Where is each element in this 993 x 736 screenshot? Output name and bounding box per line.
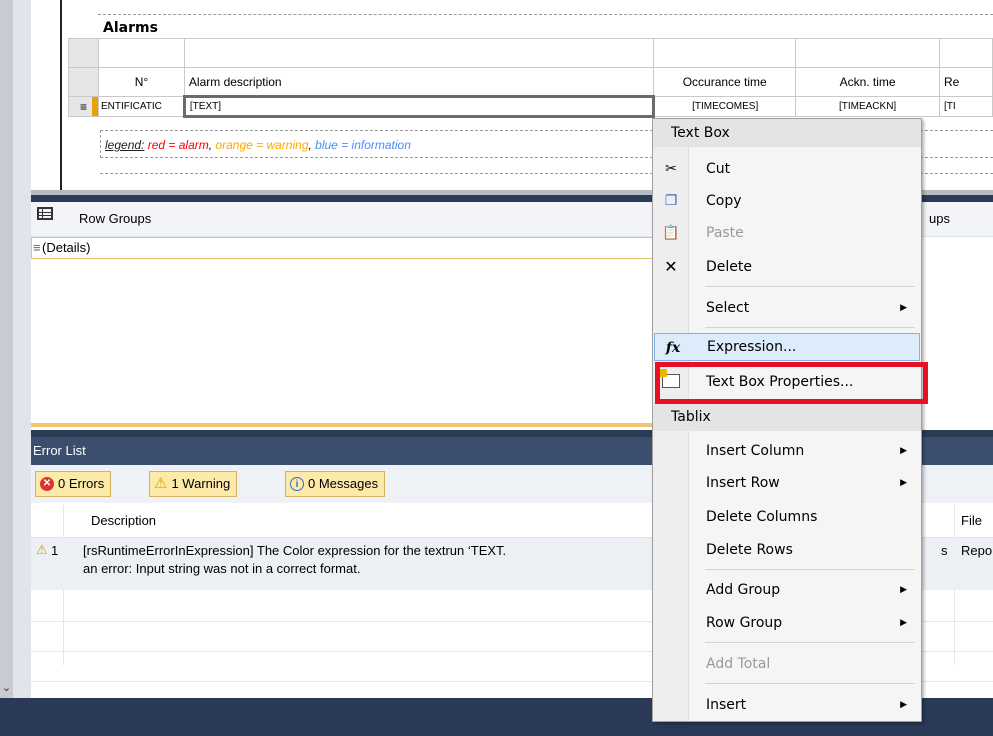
tablix[interactable]: N° Alarm description Occurance time Ackn… (68, 38, 993, 118)
submenu-arrow-icon: ▶ (900, 303, 907, 313)
submenu-arrow-icon: ▶ (900, 585, 907, 595)
menu-item-paste[interactable]: 📋 Paste (653, 219, 921, 247)
error-row-file: Repo (961, 543, 993, 558)
menu-separator (705, 683, 915, 684)
left-edge-panel (0, 0, 13, 698)
column-groups-title-partial: ups (929, 211, 950, 226)
fx-icon: fx (665, 340, 681, 356)
error-row-partial: s (941, 543, 948, 558)
tablix-corner-handle[interactable] (68, 38, 99, 68)
info-icon: i (290, 477, 304, 491)
menu-item-delete-columns[interactable]: Delete Columns (653, 503, 921, 531)
menu-separator (705, 286, 915, 287)
details-row-handle[interactable]: ≡ (68, 96, 99, 117)
column-header-number[interactable]: N° (97, 67, 185, 97)
details-group-icon: ≡ (33, 240, 41, 255)
warning-icon: ⚠ (36, 542, 48, 557)
menu-separator (705, 569, 915, 570)
legend-blue: blue = information (315, 138, 411, 152)
errors-filter-label: 0 Errors (58, 476, 105, 491)
report-body-top-border (98, 14, 993, 15)
scissors-icon: ✂ (665, 161, 677, 177)
header-cell-empty[interactable] (653, 38, 797, 68)
warning-icon: ⚠ (154, 475, 168, 492)
menu-item-row-group[interactable]: Row Group ▶ (653, 609, 921, 637)
scroll-down-icon[interactable]: ⌄ (0, 678, 13, 698)
menu-item-copy[interactable]: ❐ Copy (653, 187, 921, 215)
legend-red: red = alarm (147, 138, 209, 152)
row-groups-title: Row Groups (79, 211, 152, 226)
menu-item-insert-row[interactable]: Insert Row ▶ (653, 469, 921, 497)
legend-label: legend: (105, 138, 145, 152)
error-icon: ✕ (40, 477, 54, 491)
menu-header-tablix: Tablix (653, 403, 921, 431)
submenu-arrow-icon: ▶ (900, 618, 907, 628)
error-row-index: 1 (51, 543, 59, 558)
menu-item-insert-column[interactable]: Insert Column ▶ (653, 437, 921, 465)
column-header-ackn[interactable]: Ackn. time (795, 67, 941, 97)
report-title[interactable]: Alarms (103, 20, 158, 36)
column-header-description[interactable]: Alarm description (183, 67, 655, 97)
row-groups-icon (37, 207, 53, 220)
highlight-box (655, 362, 928, 404)
submenu-arrow-icon: ▶ (900, 478, 907, 488)
context-menu: Text Box ✂ Cut ❐ Copy 📋 Paste ✕ Delete S… (652, 118, 922, 722)
error-row-description-line2: an error: Input string was not in a corr… (83, 561, 361, 576)
menu-item-insert[interactable]: Insert ▶ (653, 691, 921, 719)
delete-x-icon: ✕ (664, 257, 678, 276)
legend-orange: orange = warning (215, 138, 309, 152)
menu-separator (705, 327, 915, 328)
messages-filter-button[interactable]: i 0 Messages (285, 471, 386, 497)
error-column-description[interactable]: Description (91, 505, 156, 537)
details-group-item[interactable]: ≡ (Details) (31, 237, 656, 259)
cell-alarm-text-selected[interactable]: [TEXT] (182, 95, 656, 118)
error-row-description-line1: [rsRuntimeErrorInExpression] The Color e… (83, 543, 507, 558)
warnings-filter-button[interactable]: ⚠ 1 Warning (149, 471, 238, 497)
cell-re[interactable]: [TI (939, 96, 993, 117)
cell-occurrence[interactable]: [TIMECOMES] (653, 96, 797, 117)
submenu-arrow-icon: ▶ (900, 446, 907, 456)
header-cell-empty[interactable] (183, 38, 655, 68)
submenu-arrow-icon: ▶ (900, 700, 907, 710)
header-cell-empty[interactable] (97, 38, 185, 68)
menu-item-expression[interactable]: fx Expression... (654, 333, 920, 361)
messages-filter-label: 0 Messages (308, 476, 379, 491)
cell-number[interactable]: ENTIFICATIC (97, 96, 185, 117)
copy-icon: ❐ (664, 193, 678, 209)
menu-item-cut[interactable]: ✂ Cut (653, 155, 921, 183)
header-cell-empty[interactable] (795, 38, 941, 68)
paste-icon: 📋 (662, 225, 680, 241)
menu-item-add-total[interactable]: Add Total (653, 650, 921, 678)
column-header-re[interactable]: Re (939, 67, 993, 97)
errors-filter-button[interactable]: ✕ 0 Errors (35, 471, 112, 497)
cell-ackn[interactable]: [TIMEACKN] (795, 96, 941, 117)
column-header-occurrence[interactable]: Occurance time (653, 67, 797, 97)
menu-separator (705, 642, 915, 643)
design-margin-line (60, 0, 62, 195)
row-groups-bottom-accent (31, 423, 656, 427)
row-selection-marker (91, 97, 98, 116)
menu-item-delete[interactable]: ✕ Delete (653, 253, 921, 281)
details-row-icon: ≡ (79, 99, 87, 114)
menu-item-delete-rows[interactable]: Delete Rows (653, 536, 921, 564)
error-column-file[interactable]: File (961, 505, 982, 537)
menu-item-select[interactable]: Select ▶ (653, 294, 921, 322)
details-group-label: (Details) (42, 240, 91, 255)
warnings-filter-label: 1 Warning (171, 476, 231, 491)
header-cell-empty[interactable] (939, 38, 993, 68)
row-handle[interactable] (68, 67, 99, 97)
menu-header-textbox: Text Box (653, 119, 921, 147)
menu-item-add-group[interactable]: Add Group ▶ (653, 576, 921, 604)
left-ruler (13, 0, 31, 698)
